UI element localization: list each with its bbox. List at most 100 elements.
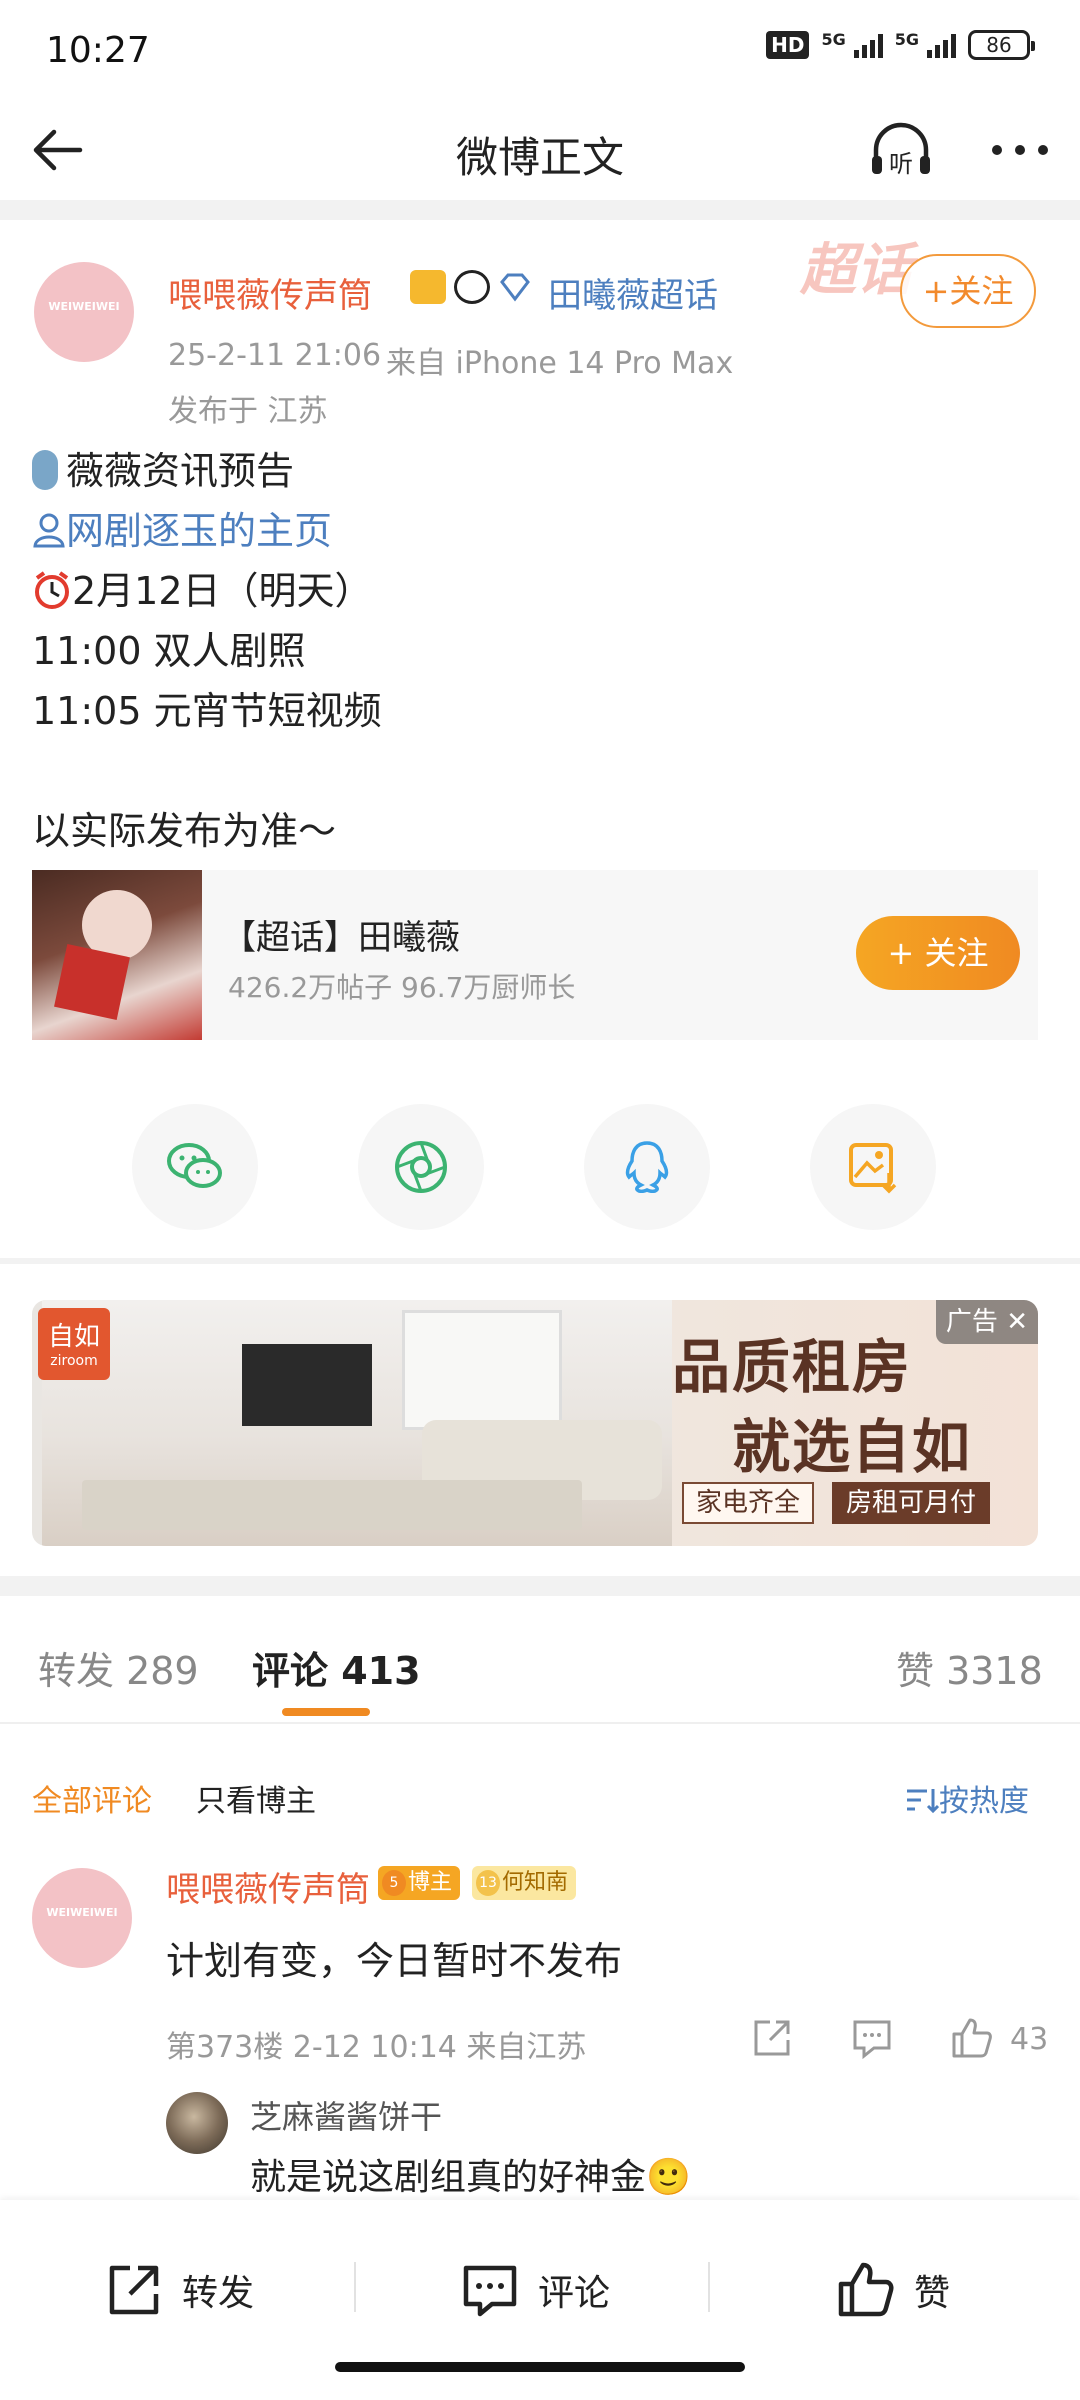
network-type-1: 5G	[821, 30, 846, 49]
tab-repost[interactable]: 转发 289	[38, 1640, 199, 1695]
reply-comment-icon[interactable]	[850, 2016, 894, 2060]
like-button[interactable]: 赞	[836, 2250, 950, 2330]
ad-tag-monthly-rent: 房租可月付	[832, 1482, 991, 1524]
reply-text: 就是说这剧组真的好神金🙂	[250, 2157, 691, 2198]
nav-bar: 微博正文 听	[0, 100, 1080, 200]
tabs-divider	[0, 1722, 1080, 1724]
post-time: 25-2-11 21:06	[168, 338, 382, 373]
share-save-image[interactable]	[810, 1104, 936, 1230]
post-line-6: 以实际发布为准～	[32, 809, 337, 853]
fan-level-icon: 13	[476, 1870, 500, 1896]
topic-name: 【超话】田曦薇	[222, 918, 460, 958]
ad-tag-appliances: 家电齐全	[682, 1482, 815, 1524]
like-label: 赞	[914, 2273, 951, 2314]
tab-comments[interactable]: 评论 413	[252, 1640, 421, 1695]
follow-button[interactable]: +关注	[900, 254, 1036, 328]
ad-window	[402, 1310, 562, 1430]
tab-likes[interactable]: 赞 3318	[896, 1640, 1043, 1695]
toolbar-separator	[708, 2262, 710, 2312]
ad-headline-1: 品质租房	[672, 1333, 913, 1401]
headphones-listen-icon[interactable]: 听	[868, 118, 934, 184]
share-moments[interactable]	[358, 1104, 484, 1230]
ad-close-button[interactable]: 广告 ✕	[935, 1300, 1038, 1344]
comment-icon	[463, 2265, 517, 2317]
ziroom-logo: 自如 ziroom	[38, 1308, 110, 1380]
repost-icon	[109, 2265, 159, 2315]
alarm-clock-icon	[35, 571, 69, 609]
repost-button[interactable]: 转发	[104, 2250, 254, 2330]
filter-author-only[interactable]: 只看博主	[196, 1776, 316, 1820]
super-topic-link[interactable]: 田曦薇超话	[548, 268, 718, 317]
reply-author-name[interactable]: 芝麻酱酱饼干	[250, 2092, 442, 2138]
like-comment-icon[interactable]	[950, 2016, 994, 2060]
host-level-icon: 5	[382, 1870, 406, 1896]
signal-icon	[853, 32, 883, 58]
signal-icon	[927, 32, 956, 58]
status-icons: HD 5G 5G 86	[766, 30, 1035, 60]
ad-room-photo	[42, 1300, 672, 1546]
drama-homepage-link[interactable]: 网剧逐玉的主页	[32, 500, 332, 555]
panda-icon	[454, 270, 490, 304]
post-line-1: 薇薇资讯预告	[32, 440, 294, 495]
ad-headline-2: 就选自如	[732, 1413, 973, 1481]
ad-label: 广告	[945, 1307, 998, 1337]
comment-author-name[interactable]: 喂喂薇传声筒	[166, 1862, 370, 1911]
section-gap	[0, 200, 1080, 220]
section-gap	[0, 1576, 1080, 1596]
super-topic-card[interactable]: 【超话】田曦薇 426.2万帖子 96.7万厨师长 + 关注	[32, 870, 1038, 1040]
topic-cover-image	[32, 870, 202, 1040]
listen-label: 听	[889, 150, 913, 178]
sort-by-hot[interactable]: 按热度	[905, 1776, 1029, 1820]
fortune-card	[54, 944, 130, 1020]
post-line-4: 11:00 双人剧照	[32, 629, 306, 673]
comment-like-count: 43	[1010, 2022, 1049, 2057]
super-topic-watermark: 超话	[800, 238, 912, 303]
status-time: 10:27	[46, 30, 150, 71]
author-badges	[410, 270, 532, 304]
person-icon	[33, 513, 65, 548]
comment-meta: 第373楼 2-12 10:14 来自江苏	[166, 2030, 587, 2065]
more-options-icon[interactable]	[985, 122, 1055, 178]
like-icon	[838, 2262, 894, 2317]
share-qq[interactable]	[584, 1104, 710, 1230]
filter-all-comments[interactable]: 全部评论	[32, 1776, 152, 1820]
author-name[interactable]: 喂喂薇传声筒	[168, 268, 372, 317]
share-wechat[interactable]	[132, 1104, 258, 1230]
crown-icon	[410, 270, 446, 304]
repost-label: 转发	[182, 2273, 255, 2314]
host-badge: 5 博主	[378, 1866, 461, 1900]
comment-text: 计划有变，今日暂时不发布	[166, 1939, 623, 1983]
post-line-5: 11:05 元宵节短视频	[32, 689, 382, 733]
diamond-icon	[500, 273, 530, 302]
post-source: 来自 iPhone 14 Pro Max	[386, 346, 734, 381]
status-bar: 10:27 HD 5G 5G 86	[0, 0, 1080, 100]
ad-tv	[242, 1344, 372, 1426]
topic-stats: 426.2万帖子 96.7万厨师长	[228, 971, 576, 1004]
fan-badge: 13 何知南	[472, 1866, 577, 1900]
post-line-3: 2月12日（明天）	[32, 560, 373, 615]
share-comment-icon[interactable]	[750, 2016, 794, 2060]
comment-author-avatar[interactable]: WEIWEIWEI	[32, 1868, 132, 1968]
active-tab-indicator	[282, 1708, 370, 1716]
author-avatar[interactable]: WEIWEIWEI	[34, 262, 134, 362]
microphone-icon	[32, 450, 58, 490]
save-image-icon	[849, 1143, 897, 1194]
moments-icon	[395, 1141, 447, 1193]
battery-icon: 86	[968, 30, 1035, 60]
toolbar-separator	[354, 2262, 356, 2312]
sort-icon	[907, 1789, 940, 1814]
qq-icon	[625, 1141, 669, 1194]
comment-label: 评论	[538, 2273, 611, 2314]
wechat-icon	[167, 1143, 222, 1188]
topic-follow-button[interactable]: + 关注	[856, 916, 1020, 990]
close-icon: ✕	[1006, 1307, 1028, 1337]
ad-rug	[82, 1480, 582, 1530]
reply-author-avatar[interactable]	[166, 2092, 228, 2154]
network-type-2: 5G	[894, 30, 919, 49]
section-gap	[0, 1258, 1080, 1264]
ad-banner[interactable]: 自如 ziroom 品质租房 就选自如 家电齐全 房租可月付 广告 ✕	[32, 1300, 1038, 1546]
home-indicator[interactable]	[335, 2362, 745, 2372]
comment-button[interactable]: 评论	[460, 2250, 610, 2330]
post-location: 发布于 江苏	[168, 394, 328, 429]
hd-icon: HD	[766, 31, 810, 59]
